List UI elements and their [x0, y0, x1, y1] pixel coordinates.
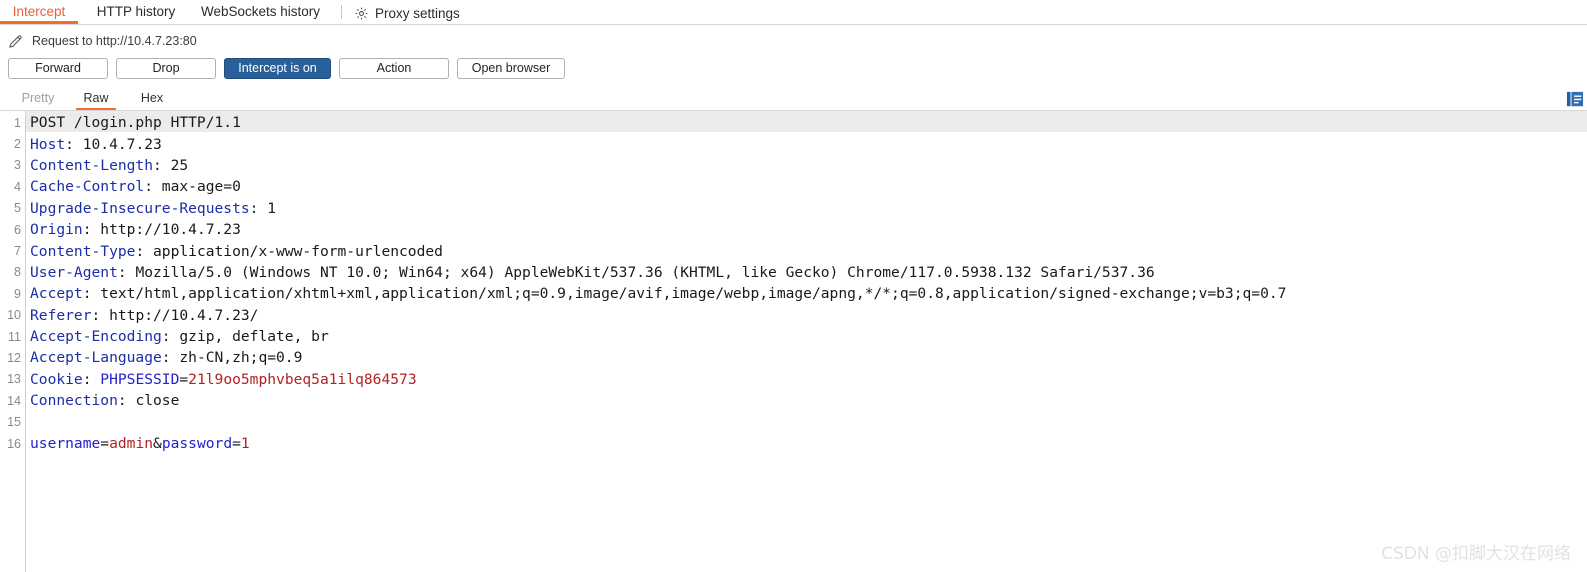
request-line: 6 Origin: http://10.4.7.23: [0, 219, 1587, 240]
request-line: 2 Host: 10.4.7.23: [0, 133, 1587, 154]
tab-websockets-history-label: WebSockets history: [200, 3, 321, 19]
line-number: 10: [7, 308, 21, 323]
line-number: 14: [7, 393, 21, 408]
forward-button[interactable]: Forward: [8, 57, 108, 79]
line-text: Accept: text/html,application/xhtml+xml,…: [30, 285, 1287, 303]
request-line: 14 Connection: close: [0, 390, 1587, 411]
watermark-text: CSDN @扣脚大汉在网络: [1381, 544, 1571, 564]
line-text: username=admin&password=1: [30, 435, 250, 453]
line-text: Content-Length: 25: [30, 156, 189, 174]
line-text: User-Agent: Mozilla/5.0 (Windows NT 10.0…: [30, 263, 1155, 281]
pencil-icon: [7, 33, 24, 50]
line-text: Upgrade-Insecure-Requests: 1: [30, 199, 277, 217]
request-line: 13 Cookie: PHPSESSID=21l9oo5mphvbeq5a1ilq…: [0, 369, 1587, 390]
request-line: 1 POST /login.php HTTP/1.1: [0, 112, 1587, 133]
tab-intercept[interactable]: Intercept: [0, 0, 78, 24]
intercept-toggle-button[interactable]: Intercept is on: [224, 57, 331, 79]
request-line: 3 Content-Length: 25: [0, 155, 1587, 176]
proxy-tab-bar: Intercept HTTP history WebSockets histor…: [0, 0, 1587, 25]
line-text: Accept-Language: zh-CN,zh;q=0.9: [30, 349, 303, 367]
line-text: Referer: http://10.4.7.23/: [30, 306, 259, 324]
burp-proxy-window: Intercept HTTP history WebSockets histor…: [0, 0, 1587, 572]
tab-raw-label: Raw: [83, 90, 109, 105]
line-number: 2: [14, 137, 21, 152]
line-text: Accept-Encoding: gzip, deflate, br: [30, 328, 329, 346]
tab-http-history[interactable]: HTTP history: [84, 0, 188, 24]
request-line: 10 Referer: http://10.4.7.23/: [0, 305, 1587, 326]
request-line: 7 Content-Type: application/x-www-form-ur…: [0, 240, 1587, 261]
request-line: 11 Accept-Encoding: gzip, deflate, br: [0, 326, 1587, 347]
tab-hex-label: Hex: [140, 90, 164, 105]
proxy-settings-label: Proxy settings: [375, 6, 460, 21]
tab-hex[interactable]: Hex: [130, 87, 174, 110]
intercept-action-toolbar: Forward Drop Intercept is on Action Open…: [0, 54, 1587, 82]
line-number: 7: [14, 244, 21, 259]
line-number: 15: [7, 415, 21, 430]
line-number: 6: [14, 222, 21, 237]
line-text: Content-Type: application/x-www-form-url…: [30, 242, 443, 260]
raw-request-editor[interactable]: 1 POST /login.php HTTP/1.1 2 Host: 10.4.7.2…: [0, 111, 1587, 572]
line-text: Origin: http://10.4.7.23: [30, 221, 241, 239]
action-button[interactable]: Action: [339, 57, 449, 79]
tab-pretty-label: Pretty: [21, 90, 55, 105]
line-text: Cookie: PHPSESSID=21l9oo5mphvbeq5a1ilq86…: [30, 370, 417, 388]
gear-icon: [354, 6, 369, 21]
drop-button[interactable]: Drop: [116, 57, 216, 79]
line-number: 9: [14, 286, 21, 301]
tab-websockets-history[interactable]: WebSockets history: [194, 0, 327, 24]
tab-http-history-label: HTTP history: [96, 3, 176, 19]
line-number: 5: [14, 201, 21, 216]
request-line: 8 User-Agent: Mozilla/5.0 (Windows NT 10.…: [0, 262, 1587, 283]
proxy-settings-button[interactable]: Proxy settings: [354, 6, 460, 24]
request-line: 16 username=admin&password=1: [0, 433, 1587, 454]
line-number: 4: [14, 179, 21, 194]
line-text: POST /login.php HTTP/1.1: [30, 114, 241, 132]
inspector-panel-icon[interactable]: [1566, 91, 1584, 108]
line-number: 8: [14, 265, 21, 280]
request-line: 12 Accept-Language: zh-CN,zh;q=0.9: [0, 347, 1587, 368]
line-number: 12: [7, 350, 21, 365]
open-browser-button[interactable]: Open browser: [457, 57, 565, 79]
tab-raw[interactable]: Raw: [72, 87, 120, 110]
request-target-label: Request to http://10.4.7.23:80: [32, 34, 197, 48]
request-target-bar: Request to http://10.4.7.23:80: [0, 30, 1587, 52]
line-number: 11: [8, 329, 21, 344]
line-number: 3: [14, 158, 21, 173]
tab-intercept-label: Intercept: [12, 3, 66, 19]
tab-divider: [341, 5, 342, 19]
request-line: 4 Cache-Control: max-age=0: [0, 176, 1587, 197]
line-text: Connection: close: [30, 392, 180, 410]
message-view-tabs: Pretty Raw Hex: [0, 87, 1587, 111]
line-number: 13: [7, 372, 21, 387]
line-number: 1: [14, 115, 21, 130]
line-text: Cache-Control: max-age=0: [30, 178, 241, 196]
line-text: Host: 10.4.7.23: [30, 135, 162, 153]
line-number: 16: [7, 436, 21, 451]
request-line: 9 Accept: text/html,application/xhtml+xml…: [0, 283, 1587, 304]
request-line: 15: [0, 411, 1587, 432]
request-lines: 1 POST /login.php HTTP/1.1 2 Host: 10.4.7.2…: [0, 111, 1587, 454]
tab-pretty[interactable]: Pretty: [14, 87, 62, 110]
request-line: 5 Upgrade-Insecure-Requests: 1: [0, 198, 1587, 219]
